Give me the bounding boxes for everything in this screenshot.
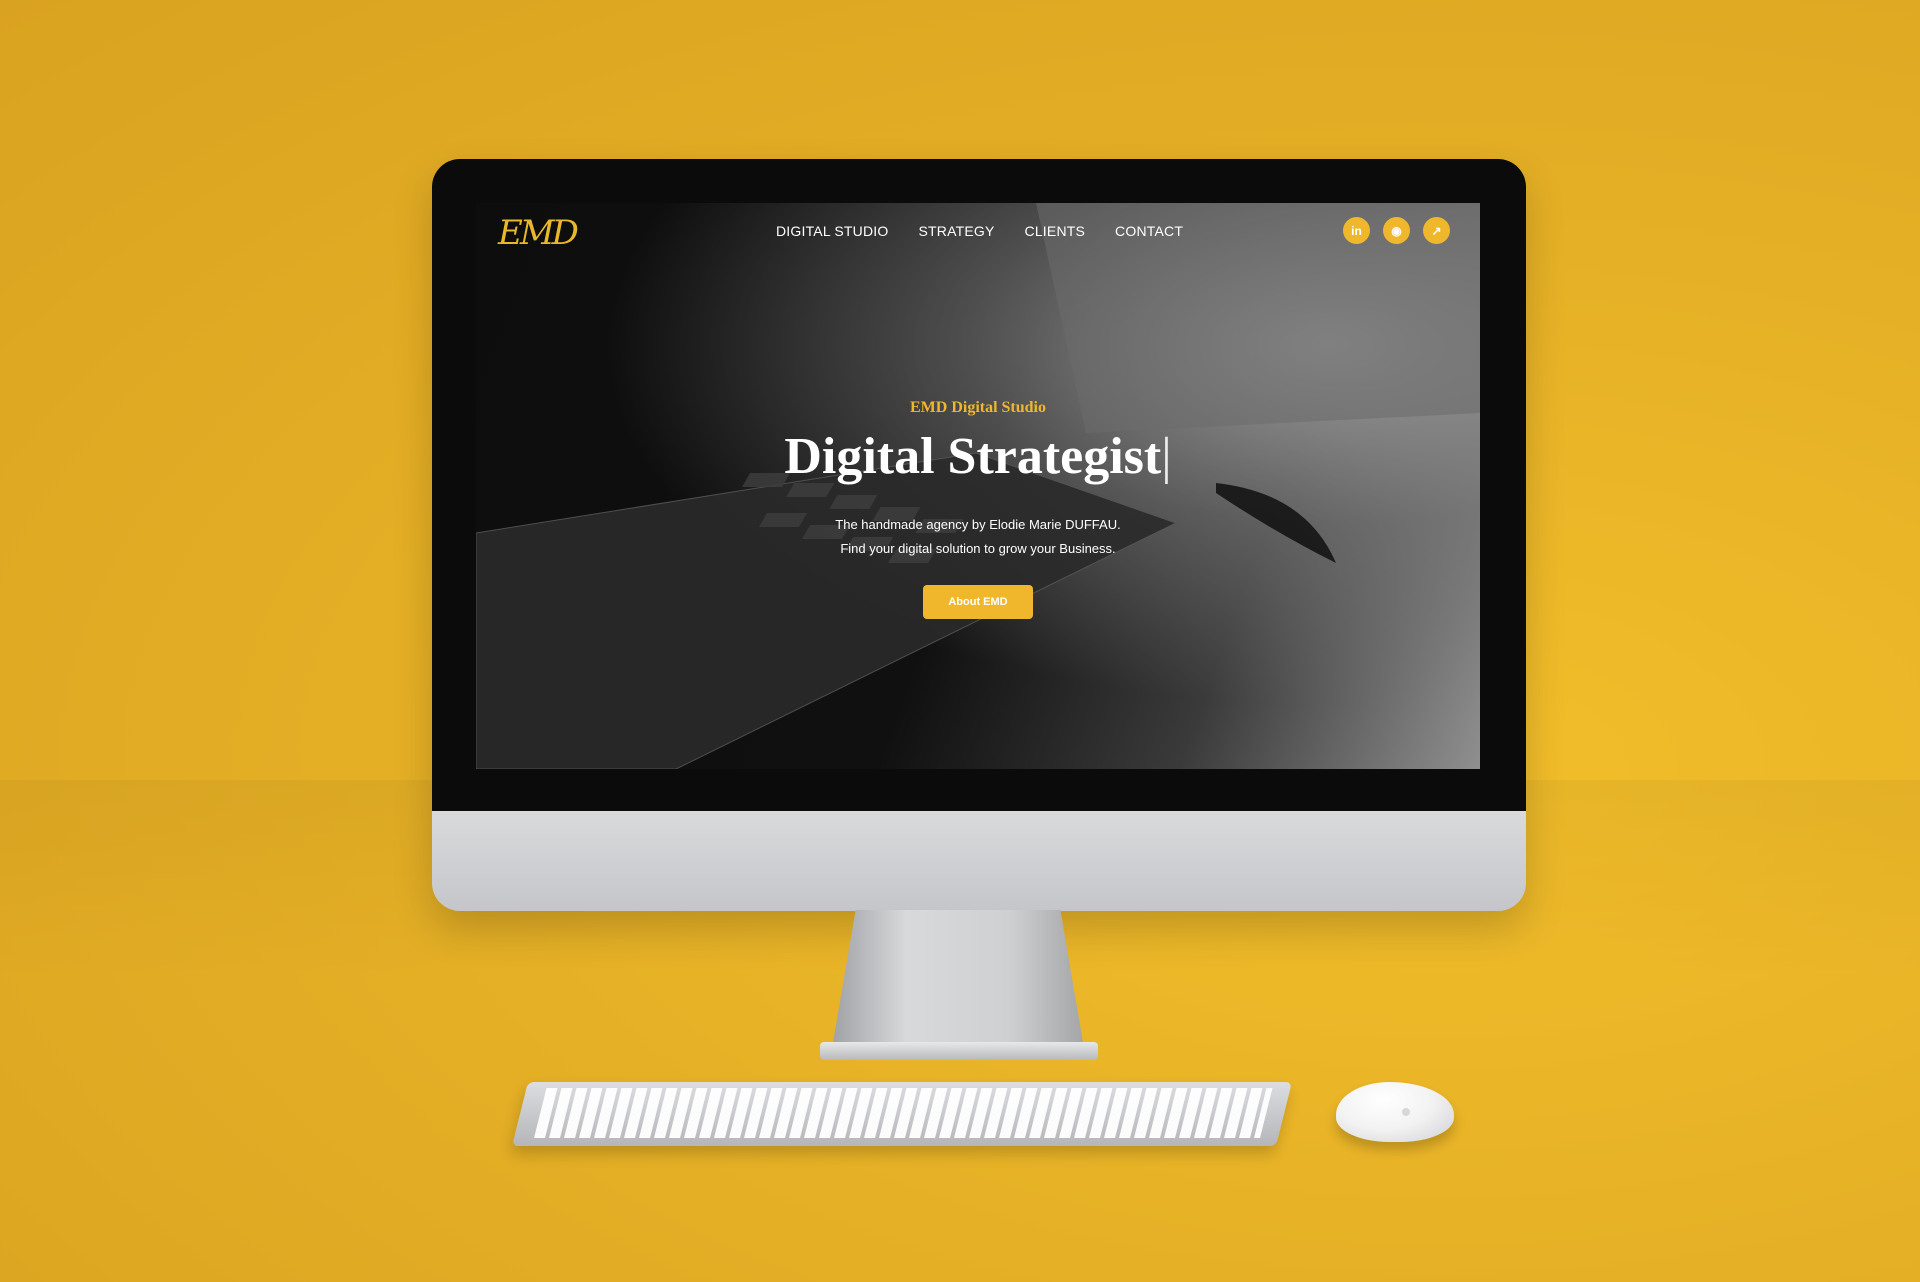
emd-logo[interactable]: EMD [498, 211, 579, 255]
external-link-icon[interactable]: ↗ [1423, 217, 1450, 244]
main-nav: DIGITAL STUDIO STRATEGY CLIENTS CONTACT [776, 223, 1183, 239]
monitor-stand-foot [820, 1042, 1098, 1060]
typing-cursor: | [1161, 428, 1172, 485]
hero-subtitle: The handmade agency by Elodie Marie DUFF… [476, 513, 1480, 561]
headline-text: Digital Strategist [784, 428, 1162, 485]
hero-content: EMD Digital Studio Digital Strategist| T… [476, 399, 1480, 619]
about-emd-button[interactable]: About EMD [923, 585, 1033, 619]
subtitle-line-2: Find your digital solution to grow your … [840, 541, 1116, 556]
imac-monitor: EMD DIGITAL STUDIO STRATEGY CLIENTS CONT… [432, 159, 1526, 911]
nav-digital-studio[interactable]: DIGITAL STUDIO [776, 223, 888, 239]
hero-eyebrow: EMD Digital Studio [909, 399, 1046, 416]
monitor-chin [432, 811, 1526, 911]
subtitle-line-1: The handmade agency by Elodie Marie DUFF… [835, 517, 1121, 532]
hero-headline: Digital Strategist| [476, 427, 1480, 487]
nav-clients[interactable]: CLIENTS [1025, 223, 1086, 239]
linkedin-icon[interactable]: in [1343, 217, 1370, 244]
keyboard-keys [532, 1088, 1273, 1138]
keyboard [512, 1082, 1292, 1146]
social-links: in ◉ ↗ [1343, 217, 1450, 244]
nav-strategy[interactable]: STRATEGY [918, 223, 994, 239]
nav-contact[interactable]: CONTACT [1115, 223, 1183, 239]
github-icon[interactable]: ◉ [1383, 217, 1410, 244]
monitor-stand [830, 910, 1086, 1060]
website-screen: EMD DIGITAL STUDIO STRATEGY CLIENTS CONT… [476, 203, 1480, 769]
